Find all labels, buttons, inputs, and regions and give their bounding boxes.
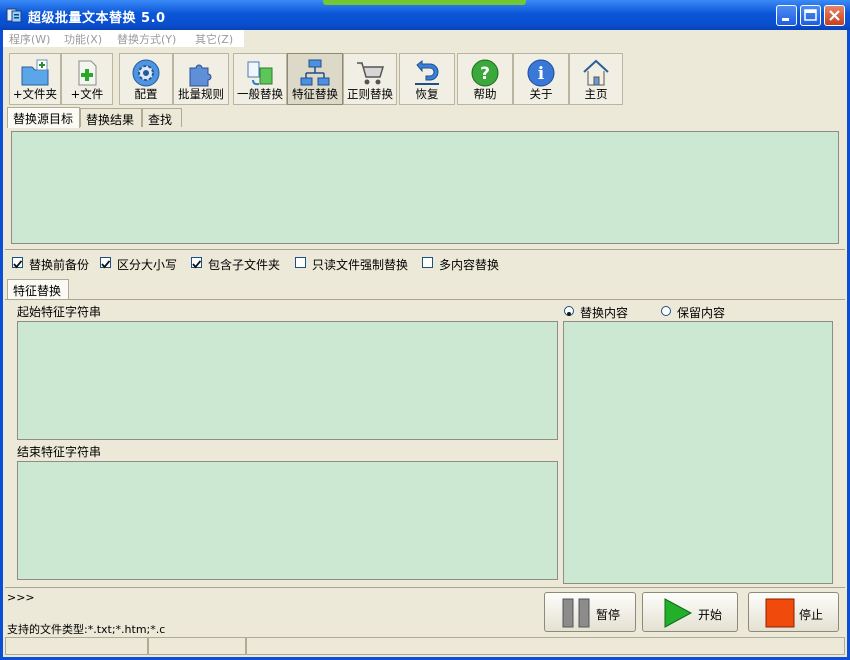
general-replace-icon [247, 61, 273, 86]
menu-replace-mode[interactable]: 替换方式(Y) [117, 31, 176, 47]
tab-source-target[interactable]: 替换源目标 [7, 107, 80, 128]
config-label: 配置 [134, 87, 158, 101]
help-label: 帮助 [473, 87, 497, 101]
home-icon [583, 59, 609, 86]
status-panel-3 [246, 637, 845, 655]
feature-replace-icon [300, 59, 330, 86]
checkbox-backup[interactable] [12, 257, 23, 269]
radio-replace-label: 替换内容 [580, 306, 629, 320]
pause-button[interactable]: 暂停 [544, 592, 636, 632]
general-replace-label: 一般替换 [237, 87, 283, 101]
close-button[interactable] [824, 5, 845, 26]
add-folder-icon [21, 59, 49, 86]
stop-icon [765, 598, 795, 628]
start-string-input[interactable] [17, 321, 558, 440]
status-panel-2 [148, 637, 246, 655]
end-string-label: 结束特征字符串 [17, 445, 102, 459]
close-icon [829, 10, 840, 21]
tab-results[interactable]: 替换结果 [80, 108, 142, 127]
config-button[interactable]: 配置 [119, 53, 173, 105]
end-string-input[interactable] [17, 461, 558, 580]
checkbox-force-readonly[interactable] [295, 257, 306, 268]
add-folder-button[interactable]: +文件夹 [9, 53, 61, 105]
about-button[interactable]: i 关于 [513, 53, 569, 105]
start-string-label: 起始特征字符串 [17, 305, 102, 319]
cart-icon [357, 62, 385, 85]
add-file-button[interactable]: +文件 [61, 53, 113, 105]
minimize-icon [782, 18, 789, 21]
restore-button[interactable]: 恢复 [399, 53, 455, 105]
regex-replace-label: 正则替换 [347, 87, 393, 101]
homepage-label: 主页 [584, 87, 608, 101]
stop-button[interactable]: 停止 [748, 592, 839, 632]
restore-label: 恢复 [415, 87, 439, 101]
checkbox-include-subfolders[interactable] [191, 257, 202, 269]
about-label: 关于 [529, 87, 553, 101]
radio-replace-dot[interactable] [564, 306, 574, 316]
checkbox-case-sensitive[interactable] [100, 257, 111, 269]
restore-arrow-icon [415, 59, 439, 85]
feature-panel-top [5, 299, 845, 300]
app-icon [6, 8, 22, 23]
radio-selected-icon [567, 312, 571, 316]
menu-program[interactable]: 程序(W) [9, 31, 50, 47]
option-force-readonly-label: 只读文件强制替换 [312, 258, 409, 272]
maximize-icon [804, 9, 817, 21]
svg-text:i: i [538, 64, 545, 84]
help-button[interactable]: ? 帮助 [457, 53, 513, 105]
add-folder-label: +文件夹 [12, 87, 58, 101]
menu-function[interactable]: 功能(X) [64, 31, 102, 47]
separator [5, 249, 845, 250]
add-file-label: +文件 [70, 87, 104, 101]
minimize-button[interactable] [776, 5, 797, 26]
feature-panel-bottom [5, 587, 845, 588]
tab-feature-replace[interactable]: 特征替换 [7, 279, 69, 300]
log-prompt: >>> [7, 591, 35, 604]
radio-keep-dot[interactable] [661, 306, 671, 316]
tab-find[interactable]: 查找 [142, 108, 182, 127]
batch-rules-button[interactable]: 批量规则 [173, 53, 229, 105]
supported-file-types: 支持的文件类型:*.txt;*.htm;*.c [7, 623, 166, 636]
check-icon [192, 260, 202, 269]
maximize-button[interactable] [800, 5, 821, 26]
status-panel-1 [5, 637, 148, 655]
add-file-icon [78, 60, 97, 86]
title-accent [323, 0, 526, 5]
window-title: 超级批量文本替换 5.0 [28, 11, 166, 26]
radio-keep-label: 保留内容 [677, 306, 726, 320]
help-icon: ? [471, 59, 499, 87]
config-gear-icon [132, 59, 160, 87]
puzzle-icon [189, 64, 212, 87]
check-icon [13, 260, 23, 269]
start-label: 开始 [698, 608, 723, 622]
pause-label: 暂停 [596, 608, 621, 622]
menu-other[interactable]: 其它(Z) [195, 31, 233, 47]
toolbar: +文件夹 +文件 配置 批量规则 一般替换 特征替换 正则替换 恢复 ? 帮助 … [3, 50, 847, 106]
start-button[interactable]: 开始 [642, 592, 738, 632]
check-icon [101, 260, 111, 269]
general-replace-button[interactable]: 一般替换 [233, 53, 287, 105]
feature-replace-label: 特征替换 [292, 87, 338, 101]
info-icon: i [527, 59, 555, 87]
replacement-content-input[interactable] [563, 321, 833, 584]
play-icon [664, 598, 693, 628]
batch-rules-label: 批量规则 [178, 87, 224, 101]
option-backup-label: 替换前备份 [29, 258, 90, 272]
source-file-list[interactable] [11, 131, 839, 244]
menu-bar: 程序(W) 功能(X) 替换方式(Y) 其它(Z) [3, 30, 244, 47]
option-case-sensitive-label: 区分大小写 [117, 258, 178, 272]
feature-replace-button[interactable]: 特征替换 [287, 53, 343, 105]
stop-label: 停止 [799, 608, 824, 622]
homepage-button[interactable]: 主页 [569, 53, 623, 105]
svg-text:?: ? [480, 64, 490, 84]
option-include-subfolders-label: 包含子文件夹 [208, 258, 281, 272]
regex-replace-button[interactable]: 正则替换 [343, 53, 397, 105]
option-multi-content-label: 多内容替换 [439, 258, 500, 272]
pause-icon [562, 598, 590, 628]
checkbox-multi-content[interactable] [422, 257, 433, 268]
